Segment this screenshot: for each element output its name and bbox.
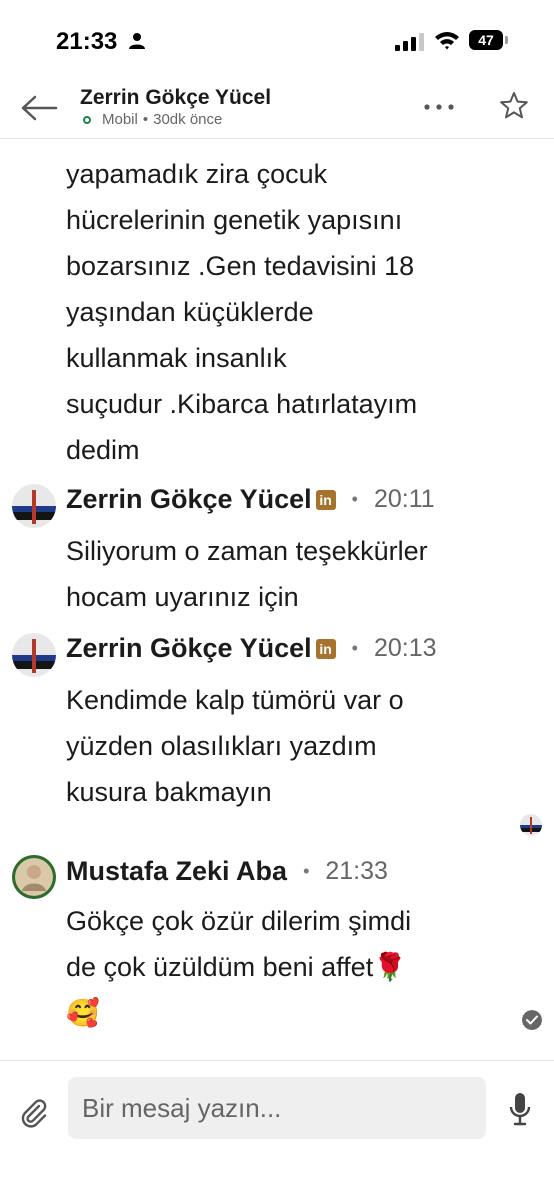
- status-text: Mobil: [102, 111, 138, 128]
- message-line: de çok üzüldüm beni affet🌹: [66, 952, 407, 982]
- message-text: Gökçe çok özür dilerim şimdi de çok üzül…: [66, 898, 411, 1036]
- contact-status: Mobil • 30dk önce: [83, 111, 222, 128]
- avatar[interactable]: [12, 633, 56, 677]
- avatar[interactable]: [12, 484, 56, 528]
- message-line: Kendimde kalp tümörü var o: [66, 685, 404, 715]
- message-time: 20:13: [373, 634, 437, 662]
- sender-name[interactable]: Zerrin Gökçe Yücel: [66, 484, 312, 515]
- message-header: Zerrin Gökçe Yücel in • 20:13: [66, 633, 437, 664]
- message-time: 20:11: [373, 485, 435, 513]
- message-line: yapamadık zira çocuk: [66, 159, 328, 189]
- message-input[interactable]: [68, 1077, 486, 1139]
- sender-name[interactable]: Zerrin Gökçe Yücel: [66, 633, 312, 664]
- status-bar: 21:33 47: [0, 0, 554, 84]
- status-separator: •: [142, 111, 149, 128]
- message-line: kusura bakmayın: [66, 777, 272, 807]
- last-seen: 30dk önce: [153, 111, 223, 128]
- message-line: kullanmak insanlık: [66, 343, 287, 373]
- message-line: bozarsınız .Gen tedavisini 18: [66, 251, 415, 281]
- separator: •: [351, 638, 358, 658]
- message-line: hocam uyarınız için: [66, 582, 299, 612]
- read-receipt-avatar: [520, 814, 542, 836]
- battery-icon: 47: [469, 30, 509, 50]
- more-options-icon[interactable]: [420, 94, 458, 120]
- signal-icon: [395, 33, 424, 51]
- message-time: 21:33: [325, 857, 388, 885]
- message-line: yaşından küçüklerde: [66, 297, 314, 327]
- contact-name[interactable]: Zerrin Gökçe Yücel: [80, 86, 271, 110]
- delivered-check-icon: [522, 1010, 542, 1030]
- conversation-header: Zerrin Gökçe Yücel Mobil • 30dk önce: [0, 84, 554, 139]
- message-line: yüzden olasılıkları yazdım: [66, 731, 377, 761]
- message-composer: [0, 1060, 554, 1201]
- back-arrow-icon[interactable]: [20, 94, 58, 122]
- message-line: Siliyorum o zaman teşekkürler: [66, 536, 428, 566]
- message-line: 🥰: [66, 998, 100, 1028]
- message-header: Mustafa Zeki Aba • 21:33: [66, 856, 388, 887]
- message-line: suçudur .Kibarca hatırlatayım: [66, 389, 418, 419]
- status-time: 21:33: [56, 28, 118, 55]
- person-icon: [129, 33, 145, 49]
- avatar[interactable]: [12, 855, 56, 899]
- wifi-icon: [435, 32, 459, 50]
- star-icon[interactable]: [498, 90, 530, 122]
- message-line: hücrelerinin genetik yapısını: [66, 205, 403, 235]
- message-text: yapamadık zira çocuk hücrelerinin geneti…: [66, 151, 417, 473]
- sender-name[interactable]: Mustafa Zeki Aba: [66, 856, 287, 887]
- linkedin-premium-icon: in: [315, 638, 336, 659]
- separator: •: [303, 861, 310, 881]
- battery-level: 47: [469, 30, 503, 50]
- message-line: Gökçe çok özür dilerim şimdi: [66, 906, 412, 936]
- message-line: dedim: [66, 435, 140, 465]
- separator: •: [351, 489, 358, 509]
- message-text: Kendimde kalp tümörü var o yüzden olasıl…: [66, 677, 404, 815]
- message-header: Zerrin Gökçe Yücel in • 20:11: [66, 484, 435, 515]
- linkedin-premium-icon: in: [315, 489, 336, 510]
- microphone-icon[interactable]: [508, 1091, 532, 1127]
- online-status-icon: [83, 115, 91, 124]
- message-text: Siliyorum o zaman teşekkürler hocam uyar…: [66, 528, 428, 620]
- attachment-icon[interactable]: [18, 1097, 50, 1129]
